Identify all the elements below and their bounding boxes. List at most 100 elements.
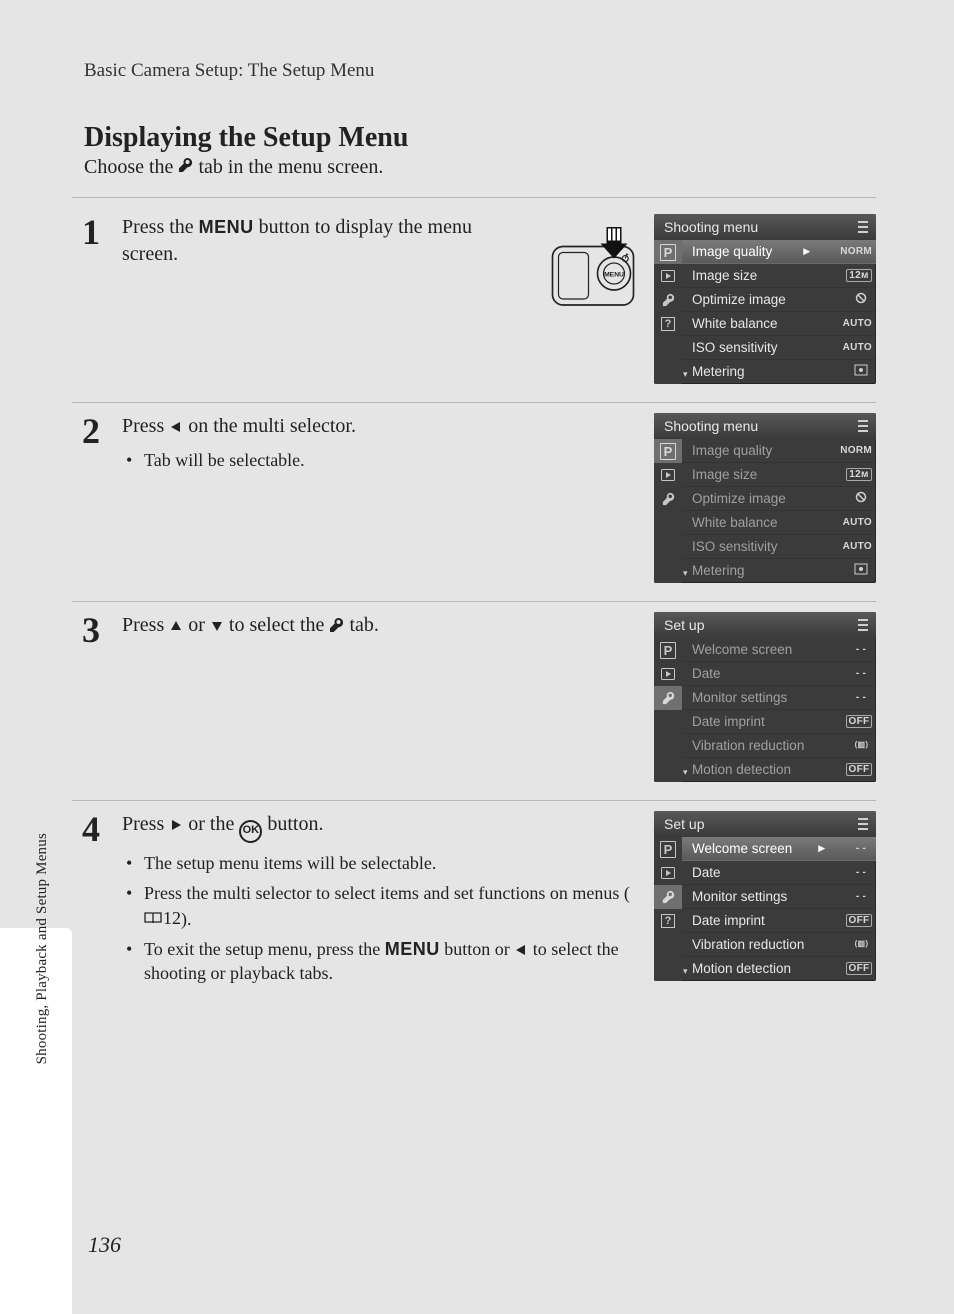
screen-menu-item: ISO sensitivityAUTO: [682, 336, 876, 360]
screen-menu-item: Optimize image: [682, 288, 876, 312]
screen-tab: P: [654, 240, 682, 264]
screen-menu-item: ▾Motion detectionOFF: [682, 758, 876, 782]
screen-menu-label: Date: [692, 666, 721, 681]
scroll-down-icon: ▾: [683, 369, 688, 380]
screen-menu-item: ▾ Metering: [682, 360, 876, 384]
screen-menu-item: Image size12ᴍ: [682, 463, 876, 487]
screen-header: Set up: [664, 617, 704, 633]
screen-menu-item: Vibration reduction (▥): [682, 933, 876, 957]
step-bullet: Tab will be selectable.: [122, 448, 632, 472]
screen-menu-item: Image size12ᴍ: [682, 264, 876, 288]
screen-menu-label: Monitor settings: [692, 690, 787, 705]
chevron-right-icon: ▶: [803, 246, 810, 257]
screen-menu-label: ISO sensitivity: [692, 539, 778, 554]
step: 2 Press on the multi selector. Tab will …: [72, 402, 876, 601]
camera-menu-screen: Set up P Welcome screen- -Date- -Monitor…: [654, 612, 876, 782]
screen-menu-label: Image quality: [692, 443, 772, 458]
scroll-down-icon: ▾: [683, 966, 688, 977]
menu-button-label: MENU: [385, 939, 440, 959]
screen-menu-item: Monitor settings- -: [682, 885, 876, 909]
camera-menu-screen: Shooting menu P? Image quality▶NORMImage…: [654, 214, 876, 384]
step-text: Press the MENU button to display the men…: [122, 214, 526, 268]
screen-rows: Image quality▶NORMImage size12ᴍ Optimize …: [682, 240, 876, 384]
screen-menu-item: Welcome screen▶- -: [682, 837, 876, 861]
screen-menu-label: ISO sensitivity: [692, 340, 778, 355]
menu-button-label: MENU: [199, 217, 254, 237]
step-illustration: Shooting menu P Image qualityNORMImage s…: [654, 413, 876, 583]
hamburger-icon: [858, 818, 868, 830]
screen-menu-item: Image qualityNORM: [682, 439, 876, 463]
screen-menu-item: White balanceAUTO: [682, 511, 876, 535]
step-bullets: The setup menu items will be selectable.…: [122, 851, 632, 986]
screen-tab: [654, 885, 682, 909]
screen-header: Shooting menu: [664, 219, 758, 235]
screen-menu-item: White balanceAUTO: [682, 312, 876, 336]
step-illustration: Set up P? Welcome screen▶- -Date- -Monit…: [654, 811, 876, 992]
screen-menu-label: Optimize image: [692, 491, 786, 506]
screen-menu-item: Optimize image: [682, 487, 876, 511]
screen-tabs: P?: [654, 837, 682, 981]
hamburger-icon: [858, 221, 868, 233]
screen-menu-label: Metering: [692, 563, 745, 578]
screen-menu-item: ▾Motion detectionOFF: [682, 957, 876, 981]
step-illustration: MENU Shooting menu P? Image quality▶NORM…: [548, 214, 876, 384]
screen-tab: [654, 463, 682, 487]
screen-menu-item: Date- -: [682, 662, 876, 686]
step: 1 Press the MENU button to display the m…: [72, 204, 876, 402]
screen-menu-label: Image size: [692, 467, 757, 482]
screen-menu-item: ISO sensitivityAUTO: [682, 535, 876, 559]
screen-header: Set up: [664, 816, 704, 832]
screen-tabs: P?: [654, 240, 682, 384]
screen-menu-item: Vibration reduction (▥): [682, 734, 876, 758]
screen-menu-label: Image size: [692, 268, 757, 283]
screen-menu-item: Date imprintOFF: [682, 710, 876, 734]
screen-tabs: P: [654, 439, 682, 583]
screen-tab: [654, 686, 682, 710]
screen-tab: [654, 662, 682, 686]
screen-header: Shooting menu: [664, 418, 758, 434]
screen-menu-label: Vibration reduction: [692, 937, 804, 952]
screen-menu-item: Date imprintOFF: [682, 909, 876, 933]
screen-menu-item: Date- -: [682, 861, 876, 885]
step-text: Press or the OK button.: [122, 811, 632, 843]
breadcrumb: Basic Camera Setup: The Setup Menu: [72, 60, 876, 82]
svg-text:(▥): (▥): [854, 939, 868, 948]
screen-menu-label: Date imprint: [692, 913, 765, 928]
screen-menu-label: Vibration reduction: [692, 738, 804, 753]
hamburger-icon: [858, 420, 868, 432]
screen-menu-label: Welcome screen: [692, 841, 792, 856]
screen-tab: ?: [654, 909, 682, 933]
screen-menu-item: Monitor settings- -: [682, 686, 876, 710]
screen-menu-item: Image quality▶NORM: [682, 240, 876, 264]
svg-text:(▥): (▥): [854, 740, 868, 749]
screen-tab: P: [654, 837, 682, 861]
svg-text:MENU: MENU: [604, 272, 624, 279]
camera-illustration: MENU: [548, 224, 638, 314]
step-bullet: Press the multi selector to select items…: [122, 881, 632, 931]
step-bullet: The setup menu items will be selectable.: [122, 851, 632, 875]
book-cross-reference: 12: [144, 906, 181, 930]
screen-rows: Welcome screen▶- -Date- -Monitor setting…: [682, 837, 876, 981]
screen-tab: P: [654, 439, 682, 463]
screen-rows: Image qualityNORMImage size12ᴍ Optimize i…: [682, 439, 876, 583]
screen-menu-item: Welcome screen- -: [682, 638, 876, 662]
screen-menu-label: Monitor settings: [692, 889, 787, 904]
screen-menu-label: Motion detection: [692, 762, 791, 777]
step-bullets: Tab will be selectable.: [122, 448, 632, 472]
screen-menu-item: ▾Metering: [682, 559, 876, 583]
screen-menu-label: Welcome screen: [692, 642, 792, 657]
section-side-label: Shooting, Playback and Setup Menus: [34, 833, 51, 1064]
screen-tab: ?: [654, 312, 682, 336]
screen-menu-label: Metering: [692, 364, 745, 379]
chevron-right-icon: ▶: [818, 843, 825, 854]
screen-tab: [654, 264, 682, 288]
screen-menu-label: Date imprint: [692, 714, 765, 729]
step-text: Press on the multi selector.: [122, 413, 632, 440]
wrench-icon: [178, 156, 193, 179]
screen-menu-label: Optimize image: [692, 292, 786, 307]
step-number: 1: [72, 214, 100, 384]
screen-menu-label: White balance: [692, 515, 778, 530]
screen-tab: [654, 487, 682, 511]
step-text: Press or to select the tab.: [122, 612, 632, 639]
camera-menu-screen: Set up P? Welcome screen▶- -Date- -Monit…: [654, 811, 876, 981]
